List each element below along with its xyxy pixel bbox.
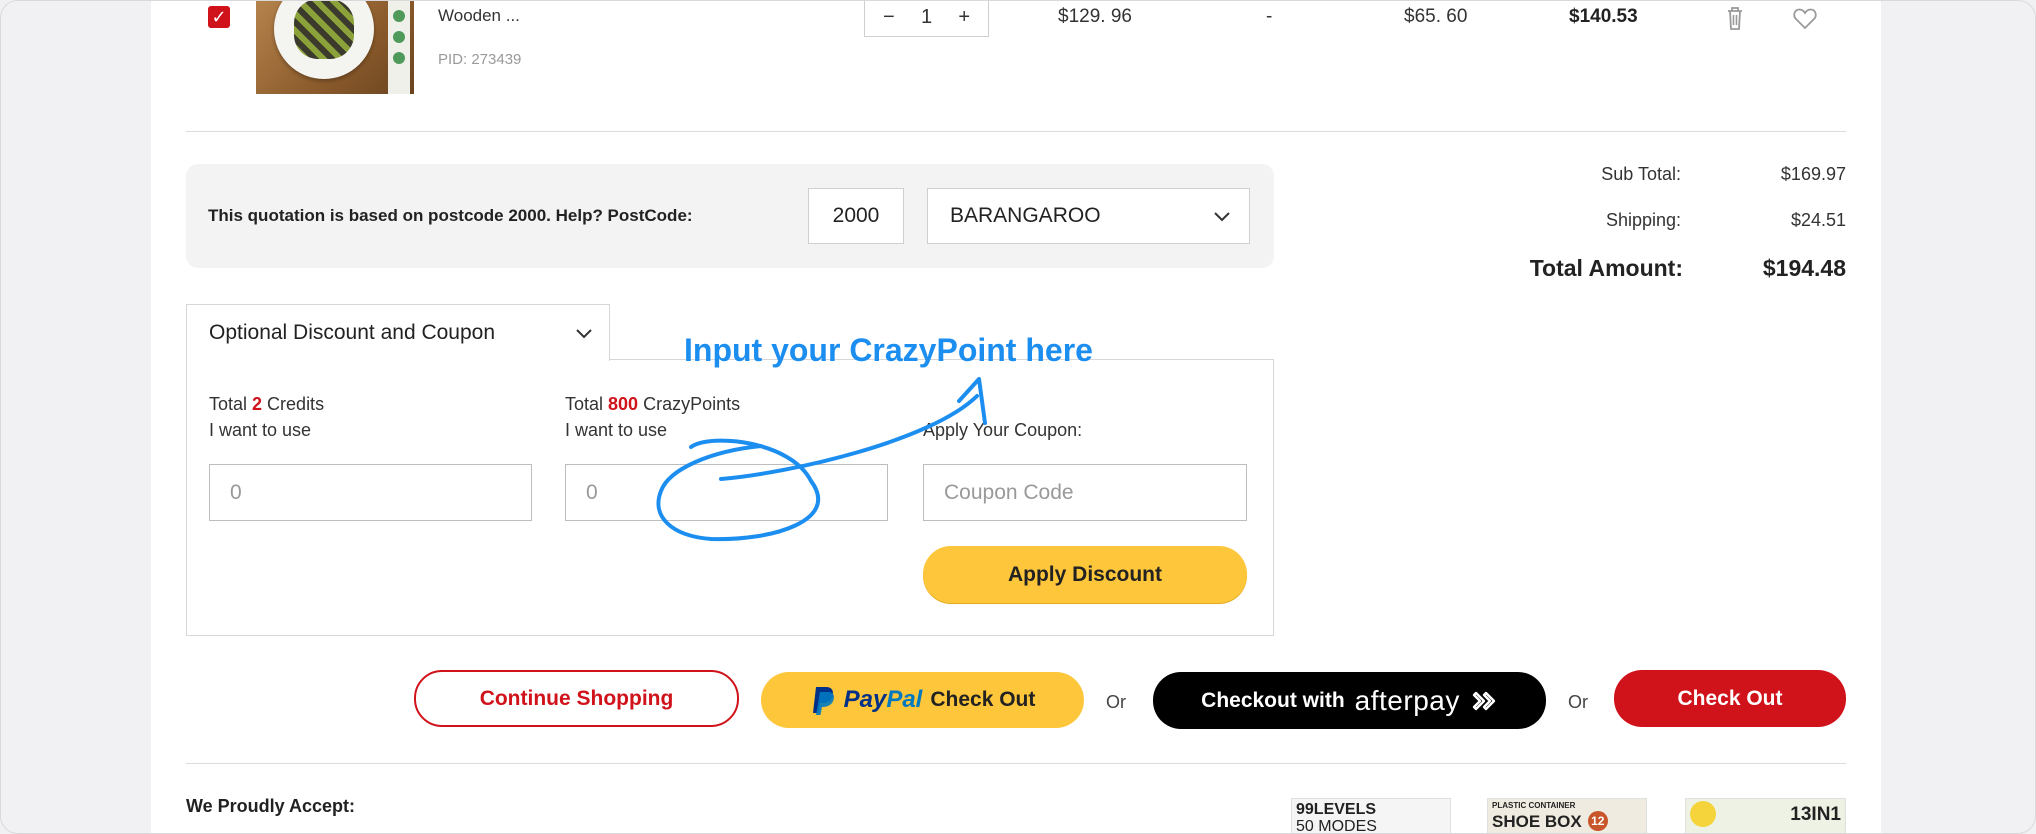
afterpay-prefix-label: Checkout with bbox=[1201, 688, 1345, 712]
trash-icon[interactable] bbox=[1720, 3, 1750, 33]
crazypoints-label: Total 800 CrazyPoints I want to use bbox=[565, 394, 741, 440]
suburb-select[interactable]: BARANGAROO bbox=[927, 188, 1250, 244]
chevron-down-icon bbox=[576, 329, 592, 339]
item-discount: - bbox=[1266, 6, 1273, 27]
cart-page: ✓ Wooden ... PID: 273439 − 1 + $129. 96 … bbox=[151, 1, 1881, 834]
suburb-selected-value: BARANGAROO bbox=[950, 204, 1101, 227]
paypal-icon bbox=[812, 687, 834, 715]
promo-banner[interactable]: 13IN1 bbox=[1685, 798, 1846, 833]
discount-tab-label: Optional Discount and Coupon bbox=[209, 321, 496, 344]
promo-line: SHOE BOX bbox=[1492, 811, 1582, 831]
credits-count: 2 bbox=[252, 394, 263, 414]
postcode-help-text: This quotation is based on postcode 2000… bbox=[208, 206, 693, 225]
crazypoints-count: 800 bbox=[608, 394, 639, 414]
item-saving: $65. 60 bbox=[1404, 6, 1468, 27]
credits-input[interactable] bbox=[209, 464, 532, 521]
heart-icon[interactable] bbox=[1790, 3, 1820, 33]
promo-line: 99LEVELS bbox=[1296, 801, 1377, 818]
window-frame: ✓ Wooden ... PID: 273439 − 1 + $129. 96 … bbox=[0, 0, 2036, 834]
discount-coupon-toggle[interactable]: Optional Discount and Coupon bbox=[186, 304, 610, 361]
postcode-input[interactable] bbox=[808, 188, 904, 244]
continue-shopping-button[interactable]: Continue Shopping bbox=[414, 670, 739, 727]
credits-label: Total 2 Credits I want to use bbox=[209, 394, 325, 440]
paypal-checkout-button[interactable]: PayPal Check Out bbox=[761, 672, 1084, 728]
item-subtotal: $140.53 bbox=[1569, 6, 1638, 27]
promo-banner[interactable]: PLASTIC CONTAINER SHOE BOX 12 bbox=[1487, 798, 1647, 833]
or-separator: Or bbox=[1106, 692, 1126, 712]
shipping-label: Shipping: bbox=[1605, 210, 1681, 230]
total-amount-label: Total Amount: bbox=[1529, 255, 1683, 281]
promo-banner[interactable]: 99LEVELS 50 MODES bbox=[1291, 798, 1451, 834]
afterpay-logo-icon bbox=[1472, 691, 1496, 710]
promo-line: 13IN1 bbox=[1790, 803, 1841, 825]
afterpay-checkout-button[interactable]: Checkout with afterpay bbox=[1153, 672, 1546, 729]
product-name[interactable]: Wooden ... bbox=[438, 6, 520, 26]
row-divider bbox=[186, 131, 1846, 132]
check-icon: ✓ bbox=[211, 7, 227, 27]
product-id: PID: 273439 bbox=[438, 51, 522, 68]
apply-discount-button[interactable]: Apply Discount bbox=[923, 546, 1247, 603]
annotation-callout-text: Input your CrazyPoint here bbox=[684, 332, 1093, 368]
promo-line: PLASTIC CONTAINER bbox=[1492, 801, 1576, 810]
subtotal-value: $169.97 bbox=[1780, 164, 1846, 184]
crazypoints-input[interactable] bbox=[565, 464, 888, 521]
chevron-down-icon bbox=[1214, 212, 1230, 222]
quantity-value[interactable]: 1 bbox=[921, 6, 932, 29]
shipping-value: $24.51 bbox=[1790, 210, 1846, 230]
promo-line: 50 MODES bbox=[1296, 818, 1377, 834]
paypal-logo-text: PayPal bbox=[843, 686, 923, 713]
promo-product-icon bbox=[1690, 801, 1716, 827]
coupon-code-input[interactable] bbox=[923, 464, 1247, 521]
or-separator: Or bbox=[1568, 692, 1588, 712]
unit-price: $129. 96 bbox=[1058, 6, 1132, 27]
quantity-decrease-button[interactable]: − bbox=[883, 6, 895, 29]
afterpay-brand-text: afterpay bbox=[1354, 684, 1460, 716]
product-thumbnail[interactable] bbox=[256, 1, 414, 94]
product-image-plate bbox=[274, 1, 374, 79]
promo-badge: 12 bbox=[1587, 811, 1608, 831]
item-select-checkbox[interactable]: ✓ bbox=[208, 6, 230, 28]
checkout-button[interactable]: Check Out bbox=[1614, 670, 1846, 727]
paypal-checkout-label: Check Out bbox=[930, 688, 1036, 711]
section-divider bbox=[186, 763, 1846, 764]
total-amount-value: $194.48 bbox=[1762, 255, 1846, 281]
quantity-stepper[interactable]: − 1 + bbox=[864, 1, 989, 37]
quantity-increase-button[interactable]: + bbox=[958, 6, 970, 29]
postcode-panel: This quotation is based on postcode 2000… bbox=[186, 164, 1274, 268]
coupon-label: Apply Your Coupon: bbox=[923, 420, 1083, 440]
subtotal-label: Sub Total: bbox=[1601, 164, 1681, 184]
payment-methods-label: We Proudly Accept: bbox=[186, 796, 356, 816]
